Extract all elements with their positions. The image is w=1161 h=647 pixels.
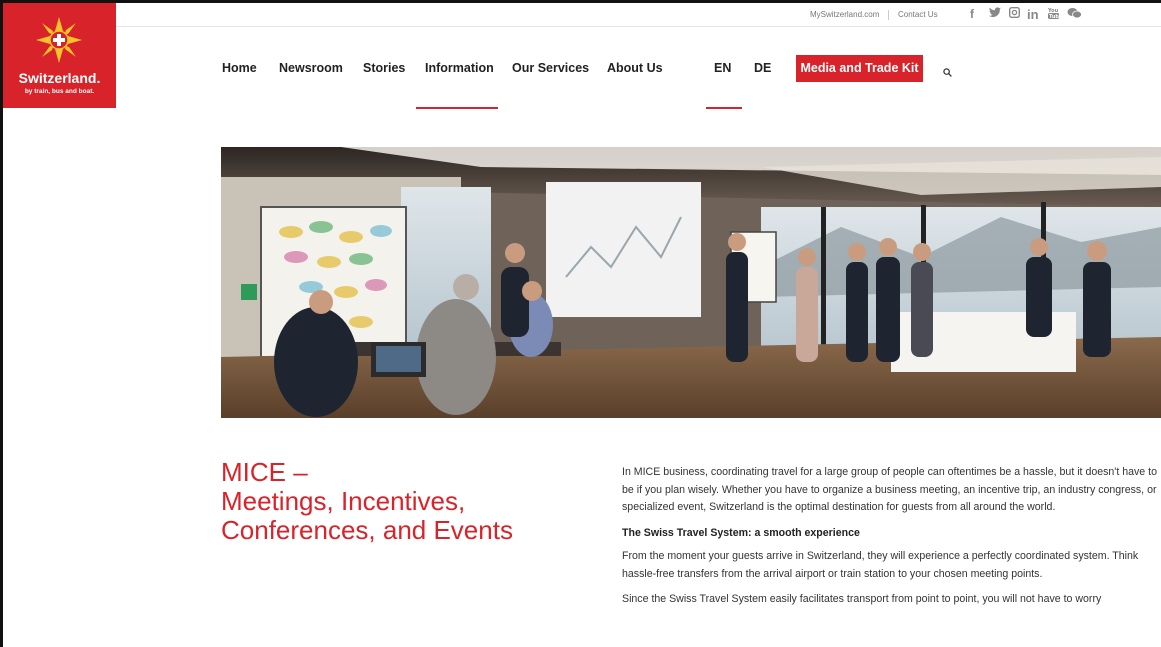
media-trade-kit-button[interactable]: Media and Trade Kit — [796, 55, 923, 82]
body-paragraph: From the moment your guests arrive in Sw… — [622, 550, 1139, 580]
twitter-icon[interactable] — [989, 7, 1002, 21]
nav-active-indicator — [416, 107, 498, 109]
svg-text:Tube: Tube — [1049, 14, 1059, 20]
logo-subtitle: by train, bus and boat. — [24, 88, 95, 95]
contact-us-link[interactable]: Contact Us — [898, 10, 938, 19]
instagram-icon[interactable] — [1008, 6, 1021, 21]
body-paragraph: Since the Swiss Travel System easily fac… — [622, 593, 1102, 605]
linkedin-icon[interactable]: in — [1027, 7, 1039, 22]
intro-paragraph: In MICE business, coordinating travel fo… — [622, 466, 1157, 513]
language-active-indicator — [706, 107, 742, 109]
myswitzerland-link[interactable]: MySwitzerland.com — [810, 10, 879, 19]
wechat-icon[interactable] — [1067, 7, 1082, 22]
nav-about-us[interactable]: About Us — [607, 61, 663, 75]
search-icon[interactable] — [943, 64, 952, 82]
language-en[interactable]: EN — [714, 61, 731, 75]
utility-bar: MySwitzerland.com Contact Us f in You Tub… — [116, 3, 1161, 27]
section-subheading: The Swiss Travel System: a smooth experi… — [622, 526, 860, 539]
page-title-line: Meetings, Incentives, — [221, 486, 466, 516]
page-title: MICE – Meetings, Incentives, Conferences… — [221, 458, 581, 545]
utility-divider — [888, 10, 889, 20]
page-title-line: MICE – — [221, 457, 308, 487]
language-de[interactable]: DE — [754, 61, 771, 75]
nav-stories[interactable]: Stories — [363, 61, 405, 75]
article-body: In MICE business, coordinating travel fo… — [622, 464, 1161, 617]
switzerland-logo[interactable]: Switzerland. by train, bus and boat. — [3, 3, 116, 108]
facebook-icon[interactable]: f — [970, 7, 974, 21]
youtube-icon[interactable]: YouTube — [1047, 7, 1063, 23]
nav-our-services[interactable]: Our Services — [512, 61, 589, 75]
swiss-star-icon — [36, 17, 82, 63]
nav-home[interactable]: Home — [222, 61, 257, 75]
nav-information[interactable]: Information — [425, 61, 494, 75]
logo-title: Switzerland. — [18, 70, 101, 86]
page-title-line: Conferences, and Events — [221, 515, 513, 545]
nav-newsroom[interactable]: Newsroom — [279, 61, 343, 75]
hero-image — [221, 147, 1161, 418]
